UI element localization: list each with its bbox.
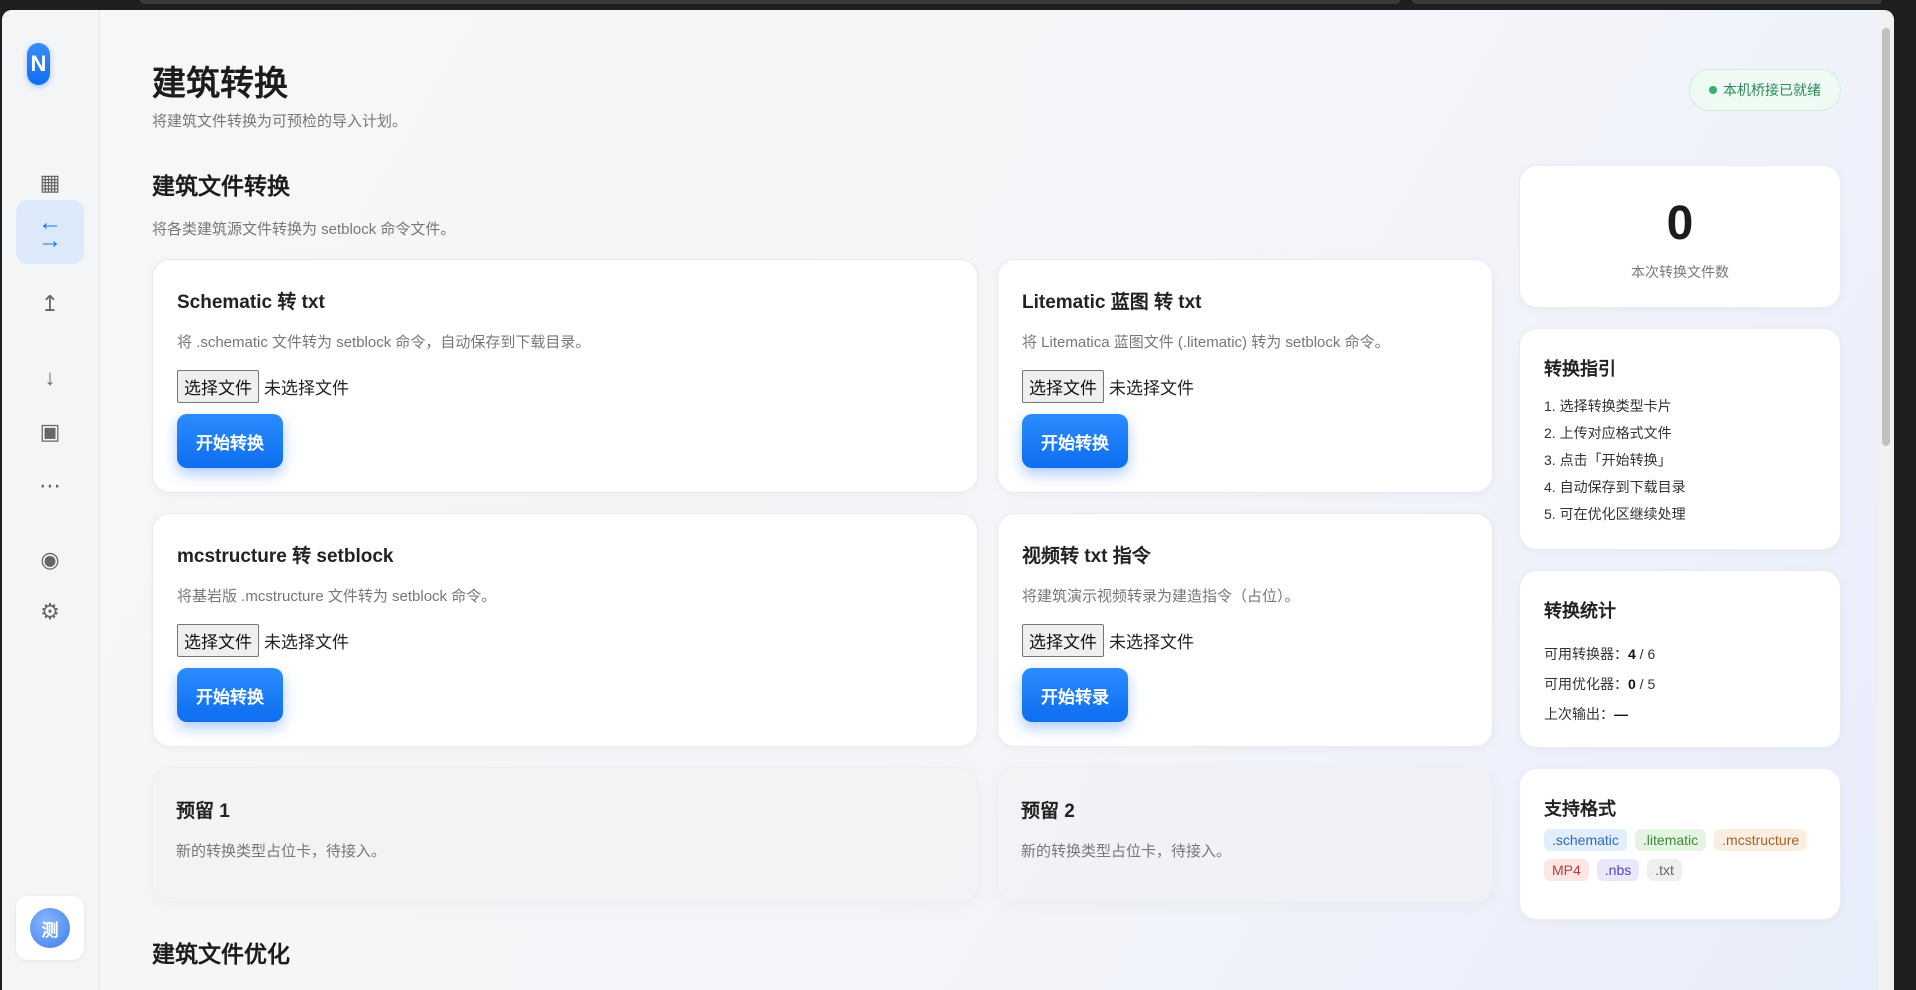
status-dot-icon	[1709, 86, 1717, 94]
stat-converters: 可用转换器：4 / 6	[1544, 644, 1655, 664]
card-video: 视频转 txt 指令 将建筑演示视频转录为建造指令（占位）。 选择文件 未选择文…	[997, 513, 1493, 747]
file-input: 选择文件 未选择文件	[177, 370, 349, 403]
avatar[interactable]: 测	[30, 908, 70, 948]
converted-count: 0	[1666, 197, 1694, 250]
format-tag: .mcstructure	[1714, 829, 1808, 851]
format-tag: MP4	[1544, 859, 1589, 881]
nav-convert[interactable]: ← →	[16, 200, 84, 264]
format-tag: .nbs	[1596, 859, 1640, 881]
browser-top-strip	[0, 0, 1916, 10]
guide-title: 转换指引	[1544, 359, 1616, 379]
guide-step: 2. 上传对应格式文件	[1544, 425, 1672, 441]
file-status: 未选择文件	[1109, 379, 1194, 398]
nav-more[interactable]: ⋯	[16, 454, 84, 518]
file-input: 选择文件 未选择文件	[177, 624, 349, 657]
file-input: 选择文件 未选择文件	[1022, 624, 1194, 657]
formats-title: 支持格式	[1544, 799, 1616, 819]
start-convert-button[interactable]: 开始转换	[1022, 414, 1128, 468]
card-desc: 将 Litematica 蓝图文件 (.litematic) 转为 setblo…	[1022, 334, 1390, 351]
file-input: 选择文件 未选择文件	[1022, 370, 1194, 403]
converted-count-label: 本次转换文件数	[1631, 264, 1729, 280]
gear-icon: ⚙	[40, 599, 60, 624]
format-tag: .litematic	[1634, 829, 1707, 851]
nav-settings[interactable]: ⚙	[16, 580, 84, 644]
card-desc: 将建筑演示视频转录为建造指令（占位）。	[1022, 588, 1300, 605]
app-logo[interactable]: N	[27, 43, 50, 85]
section-desc-convert: 将各类建筑源文件转换为 setblock 命令文件。	[152, 221, 456, 238]
file-status: 未选择文件	[264, 633, 349, 652]
counter-panel: 0 本次转换文件数	[1519, 165, 1841, 308]
stats-title: 转换统计	[1544, 601, 1616, 621]
file-status: 未选择文件	[264, 379, 349, 398]
card-title: Schematic 转 txt	[177, 292, 325, 313]
card-desc: 新的转换类型占位卡，待接入。	[176, 843, 387, 860]
choose-file-button[interactable]: 选择文件	[1022, 624, 1104, 657]
format-tag: .schematic	[1544, 829, 1627, 851]
page-title: 建筑转换	[152, 65, 288, 103]
card-title: 视频转 txt 指令	[1022, 546, 1151, 567]
stat-value: 0	[1628, 676, 1636, 692]
grid-icon: ▦	[39, 170, 61, 195]
section-title-convert: 建筑文件转换	[152, 173, 290, 199]
guide-step: 4. 自动保存到下载目录	[1544, 479, 1686, 495]
stat-value: 4	[1628, 646, 1636, 662]
nav-import[interactable]: ↥	[16, 272, 84, 336]
card-desc: 新的转换类型占位卡，待接入。	[1021, 843, 1232, 860]
start-convert-button[interactable]: 开始转换	[177, 414, 283, 468]
card-litematic: Litematic 蓝图 转 txt 将 Litematica 蓝图文件 (.l…	[997, 259, 1493, 493]
start-transcribe-button[interactable]: 开始转录	[1022, 668, 1128, 722]
browser-tab-bar	[140, 0, 1400, 4]
status-text: 本机桥接已就绪	[1723, 82, 1821, 98]
guide-list: 1. 选择转换类型卡片 2. 上传对应格式文件 3. 点击「开始转换」 4. 自…	[1544, 393, 1686, 528]
user-menu[interactable]: 测	[16, 896, 84, 960]
stats-panel: 转换统计 可用转换器：4 / 6 可用优化器：0 / 5 上次输出：—	[1519, 570, 1841, 748]
file-status: 未选择文件	[1109, 633, 1194, 652]
record-icon: ◉	[40, 547, 60, 572]
card-title: mcstructure 转 setblock	[177, 546, 394, 567]
formats-panel: 支持格式 .schematic .litematic .mcstructure MP4…	[1519, 768, 1841, 920]
stat-total: / 6	[1635, 646, 1656, 662]
card-desc: 将 .schematic 文件转为 setblock 命令，自动保存到下载目录。	[177, 334, 591, 351]
card-title: Litematic 蓝图 转 txt	[1022, 292, 1202, 313]
stat-total: / 5	[1635, 676, 1656, 692]
card-desc: 将基岩版 .mcstructure 文件转为 setblock 命令。	[177, 588, 497, 605]
placeholder-card-2: 预留 2 新的转换类型占位卡，待接入。	[997, 767, 1493, 902]
format-tag: .txt	[1647, 859, 1682, 881]
format-tags: .schematic .litematic .mcstructure MP4 .nbs.…	[1544, 829, 1824, 881]
choose-file-button[interactable]: 选择文件	[177, 370, 259, 403]
stat-last-output: 上次输出：—	[1544, 704, 1628, 724]
more-icon: ⋯	[39, 473, 61, 498]
stat-label: 上次输出：	[1544, 706, 1614, 722]
scrollbar-thumb[interactable]	[1882, 28, 1890, 446]
status-badge: 本机桥接已就绪	[1689, 69, 1841, 111]
sidebar: N ▦ ← → ↥ ↓ ▣ ⋯ ◉ ⚙ 测	[2, 10, 100, 990]
guide-step: 1. 选择转换类型卡片	[1544, 398, 1672, 414]
card-mcstructure: mcstructure 转 setblock 将基岩版 .mcstructure…	[152, 513, 978, 747]
guide-panel: 转换指引 1. 选择转换类型卡片 2. 上传对应格式文件 3. 点击「开始转换」…	[1519, 328, 1841, 550]
stat-value: —	[1614, 706, 1628, 722]
download-icon: ↓	[44, 365, 56, 390]
browser-tab-bar-right	[1412, 0, 1882, 4]
card-title: 预留 2	[1021, 801, 1075, 822]
scrollbar-track[interactable]	[1878, 10, 1894, 990]
placeholder-card-1: 预留 1 新的转换类型占位卡，待接入。	[152, 767, 978, 902]
app-window: N ▦ ← → ↥ ↓ ▣ ⋯ ◉ ⚙ 测 建筑转换 将建筑文件转换为可预检的导入…	[2, 10, 1894, 990]
stat-label: 可用转换器：	[1544, 646, 1628, 662]
start-convert-button[interactable]: 开始转换	[177, 668, 283, 722]
section-title-optimize: 建筑文件优化	[152, 941, 290, 967]
guide-step: 5. 可在优化区继续处理	[1544, 506, 1686, 522]
card-schematic: Schematic 转 txt 将 .schematic 文件转为 setblo…	[152, 259, 978, 493]
convert-icon: ← →	[38, 209, 62, 254]
choose-file-button[interactable]: 选择文件	[177, 624, 259, 657]
upload-icon: ↥	[40, 291, 60, 316]
choose-file-button[interactable]: 选择文件	[1022, 370, 1104, 403]
card-title: 预留 1	[176, 801, 230, 822]
stat-label: 可用优化器：	[1544, 676, 1628, 692]
box-icon: ▣	[39, 419, 61, 444]
stat-optimizers: 可用优化器：0 / 5	[1544, 674, 1655, 694]
page-subtitle: 将建筑文件转换为可预检的导入计划。	[152, 113, 408, 130]
guide-step: 3. 点击「开始转换」	[1544, 452, 1672, 468]
